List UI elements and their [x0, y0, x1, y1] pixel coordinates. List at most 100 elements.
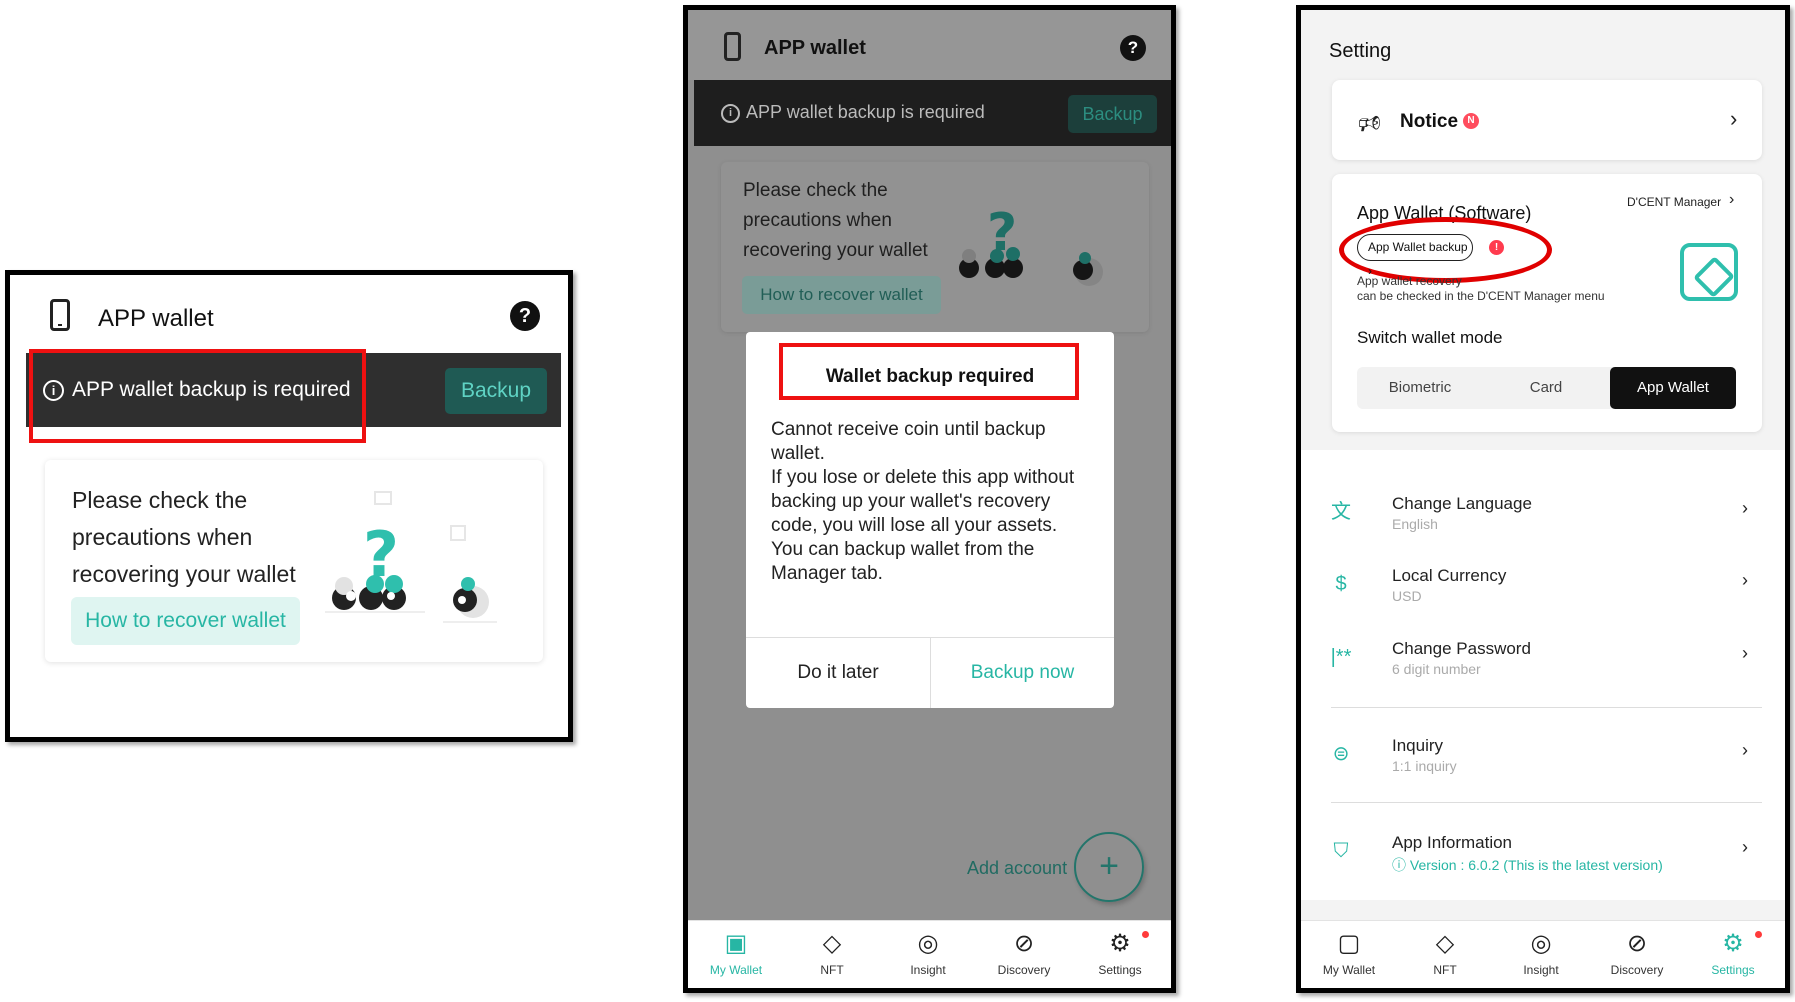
tab-label: Settings	[1098, 963, 1142, 977]
row-change-language[interactable]: 文 Change Language English ›	[1301, 488, 1785, 548]
gear-icon: ⚙	[1722, 930, 1744, 957]
tab-nft[interactable]: ◇ NFT	[1397, 921, 1493, 988]
row-subtitle: English	[1392, 516, 1438, 532]
wallet-icon: ▢	[1337, 930, 1361, 957]
tab-settings[interactable]: ⚙ Settings	[1072, 921, 1168, 988]
switch-mode-title: Switch wallet mode	[1357, 328, 1503, 347]
backup-now-button[interactable]: Backup now	[931, 637, 1114, 708]
backup-button[interactable]: Backup	[1068, 95, 1157, 133]
diamond-icon: ◇	[1435, 930, 1455, 957]
page-title: APP wallet	[764, 37, 866, 59]
chevron-right-icon: ›	[1730, 106, 1738, 131]
header: APP wallet ?	[10, 275, 568, 353]
row-app-information[interactable]: ⛉ App Information ⓘ Version : 6.0.2 (Thi…	[1301, 827, 1785, 887]
page-title: APP wallet	[98, 305, 214, 332]
tab-label: Discovery	[997, 963, 1051, 977]
phone-icon	[724, 32, 741, 61]
diamond-icon: ◇	[822, 930, 842, 957]
tab-label: My Wallet	[1322, 963, 1376, 977]
app-wallet-backup-button[interactable]: App Wallet backup ›	[1357, 234, 1473, 278]
highlight-box	[29, 349, 366, 443]
divider	[1331, 707, 1762, 708]
panel-backup-dialog: APP wallet ? i APP wallet backup is requ…	[683, 5, 1176, 993]
megaphone-icon: 🕫	[1358, 110, 1382, 137]
question-illustration-icon: ?	[959, 203, 1103, 286]
tab-label: NFT	[820, 963, 844, 977]
chevron-right-icon: ›	[1742, 740, 1748, 760]
lightbulb-icon: ◎	[917, 930, 939, 957]
recovery-note-line1: App wallet recovery	[1357, 274, 1462, 288]
do-it-later-button[interactable]: Do it later	[746, 637, 930, 708]
tab-settings[interactable]: ⚙ Settings	[1685, 921, 1781, 988]
row-inquiry[interactable]: ⊜ Inquiry 1:1 inquiry ›	[1301, 730, 1785, 790]
chevron-right-icon: ›	[1742, 837, 1748, 857]
dollar-icon: $	[1335, 573, 1347, 595]
page-title: Setting	[1329, 40, 1392, 62]
header: APP wallet ?	[688, 10, 1171, 80]
notice-label: Notice	[1400, 111, 1459, 132]
panel-app-wallet-banner: APP wallet ? i APP wallet backup is requ…	[5, 270, 573, 742]
row-title: Change Language	[1392, 494, 1532, 513]
tab-label: Insight	[1523, 963, 1559, 977]
password-icon: |**	[1330, 646, 1352, 668]
tab-discovery[interactable]: ⊘ Discovery	[1589, 921, 1685, 988]
bottom-tab-bar: ▢ My Wallet ◇ NFT ◎ Insight ⊘ Discovery …	[1301, 920, 1785, 988]
tab-discovery[interactable]: ⊘ Discovery	[976, 921, 1072, 988]
help-icon[interactable]: ?	[1120, 35, 1146, 61]
mode-card[interactable]: Card	[1483, 367, 1609, 409]
recovery-note-line2: can be checked in the D'CENT Manager men…	[1357, 289, 1605, 303]
gear-icon: ⚙	[1109, 930, 1131, 957]
chevron-right-icon[interactable]: ›	[1729, 191, 1734, 209]
question-illustration-icon: ?	[325, 491, 497, 623]
dcent-logo-icon	[1680, 243, 1738, 301]
tab-my-wallet[interactable]: ▢ My Wallet	[1301, 921, 1397, 988]
shield-icon: ⛉	[1333, 840, 1349, 862]
card-text: Please check the precautions when recove…	[72, 487, 296, 587]
notification-dot	[1142, 931, 1149, 938]
mode-app-wallet[interactable]: App Wallet	[1610, 367, 1736, 409]
tab-label: Insight	[910, 963, 946, 977]
new-badge: N	[1463, 113, 1479, 129]
mode-biometric[interactable]: Biometric	[1357, 367, 1483, 409]
add-account-button[interactable]: +	[1074, 832, 1144, 902]
bottom-tab-bar: ▣ My Wallet ◇ NFT ◎ Insight ⊘ Discovery …	[688, 920, 1171, 988]
how-to-recover-button[interactable]: How to recover wallet	[742, 276, 941, 314]
chevron-right-icon: ›	[1742, 570, 1748, 590]
dialog-title: Wallet backup required	[825, 366, 1035, 387]
chevron-right-icon: ›	[1742, 498, 1748, 518]
tab-nft[interactable]: ◇ NFT	[784, 921, 880, 988]
help-icon[interactable]: ?	[510, 301, 540, 331]
notice-card[interactable]: 🕫 Notice N ›	[1332, 80, 1762, 160]
row-title: Change Password	[1392, 639, 1531, 658]
add-account-label[interactable]: Add account	[967, 858, 1067, 879]
recover-precautions-card: Please check the precautions when recove…	[45, 460, 543, 662]
panel-settings: Setting 🕫 Notice N › App Wallet (Softwar…	[1296, 5, 1790, 993]
chevron-right-icon: ›	[1742, 643, 1748, 663]
alert-icon: !	[1489, 240, 1504, 255]
backup-button[interactable]: Backup	[445, 368, 547, 414]
row-subtitle: 1:1 inquiry	[1392, 758, 1457, 774]
banner-message: APP wallet backup is required	[746, 102, 985, 122]
tab-label: Discovery	[1610, 963, 1664, 977]
tab-label: NFT	[1433, 963, 1457, 977]
phone-icon	[50, 299, 70, 331]
chat-icon: ⊜	[1332, 743, 1350, 765]
info-icon: i	[721, 104, 740, 123]
tab-insight[interactable]: ◎ Insight	[880, 921, 976, 988]
lightbulb-icon: ◎	[1530, 930, 1552, 957]
tab-insight[interactable]: ◎ Insight	[1493, 921, 1589, 988]
wallet-mode-selector: Biometric Card App Wallet	[1357, 367, 1736, 409]
row-change-password[interactable]: |** Change Password 6 digit number ›	[1301, 633, 1785, 693]
tab-label: My Wallet	[709, 963, 763, 977]
tab-my-wallet[interactable]: ▣ My Wallet	[688, 921, 784, 988]
wallet-icon: ▣	[724, 930, 748, 957]
dcent-manager-link[interactable]: D'CENT Manager	[1627, 195, 1721, 209]
row-local-currency[interactable]: $ Local Currency USD ›	[1301, 560, 1785, 620]
row-subtitle: ⓘ Version : 6.0.2 (This is the latest ve…	[1392, 857, 1663, 873]
divider	[1331, 802, 1762, 803]
recover-precautions-card: Please check the precautions when recove…	[721, 162, 1149, 332]
backup-warning-banner: i APP wallet backup is required Backup	[694, 80, 1171, 146]
row-title: Local Currency	[1392, 566, 1507, 585]
backup-required-dialog: Wallet backup required Cannot receive co…	[746, 332, 1114, 708]
how-to-recover-button[interactable]: How to recover wallet	[71, 597, 300, 645]
